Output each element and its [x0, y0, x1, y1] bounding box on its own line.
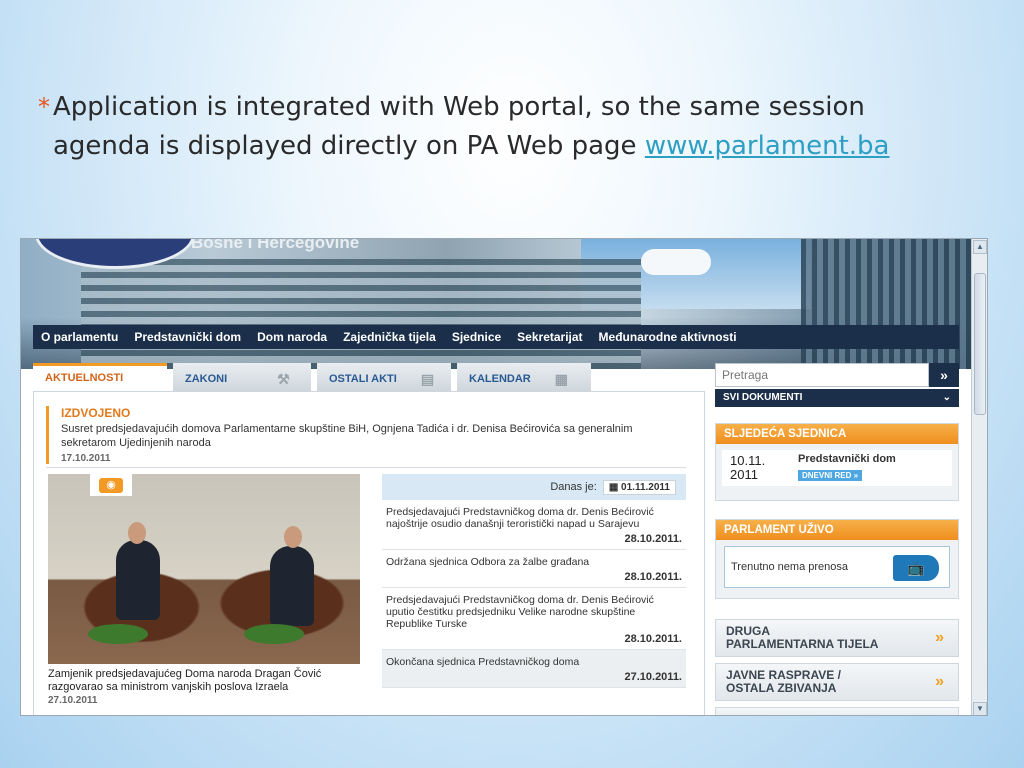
today-date-value: 01.11.2011 [621, 481, 670, 493]
nav-sjednice[interactable]: Sjednice [444, 330, 509, 344]
news-item[interactable]: Predsjedavajući Predstavničkog doma dr. … [382, 500, 686, 550]
next-session-panel: SLJEDEĆA SJEDNICA 10.11. 2011 Predstavni… [715, 423, 959, 501]
camera-badge: ◉ [90, 474, 132, 496]
news-text[interactable]: Predsjedavajući Predstavničkog doma dr. … [386, 506, 682, 530]
site-title: Bosne i Hercegovine [191, 238, 360, 252]
parlament-link[interactable]: www.parlament.ba [645, 131, 890, 161]
bullet-marker: * [38, 93, 50, 121]
news-date: 28.10.2011. [624, 571, 682, 583]
live-panel: PARLAMENT UŽIVO Trenutno nema prenosa 📺 [715, 519, 959, 599]
live-status: Trenutno nema prenosa 📺 [724, 546, 950, 588]
all-documents-dropdown[interactable]: SVI DOKUMENTI ⌄ [715, 389, 959, 407]
news-list: Danas je: ▦ 01.11.2011 Predsjedavajući P… [382, 474, 686, 715]
news-date: 27.10.2011. [624, 671, 682, 683]
next-session-title: Predstavnički dom [798, 453, 896, 465]
news-item[interactable]: Okončana sjednica Predstavničkog doma 27… [382, 650, 686, 688]
person-figure [116, 540, 160, 620]
nav-o-parlamentu[interactable]: O parlamentu [33, 330, 126, 344]
news-photo[interactable]: ◉ [48, 474, 360, 664]
double-chevron-right-icon: » [935, 629, 944, 646]
agenda-button[interactable]: DNEVNI RED » [798, 470, 863, 481]
featured-heading: IZDVOJENO [61, 406, 131, 420]
live-status-text: Trenutno nema prenosa [731, 561, 848, 573]
search-button[interactable]: » [929, 363, 959, 387]
photo-caption-text[interactable]: Zamjenik predsjedavajućeg Doma naroda Dr… [48, 668, 364, 694]
today-date: ▦ 01.11.2011 [602, 479, 676, 495]
link-panel-partial[interactable] [715, 707, 959, 715]
scroll-up-arrow-icon[interactable]: ▲ [973, 240, 987, 254]
slide-bullet: * Application is integrated with Web port… [38, 88, 978, 166]
flowers [88, 624, 148, 644]
tab-label: OSTALI AKTI [329, 373, 397, 385]
tab-ostali-akti[interactable]: OSTALI AKTI ▤ [317, 363, 451, 391]
today-label: Danas je: [550, 481, 597, 493]
live-heading: PARLAMENT UŽIVO [716, 520, 958, 540]
tab-kalendar[interactable]: KALENDAR ▦ [457, 363, 591, 391]
link-line2: PARLAMENTARNA TIJELA [726, 637, 879, 651]
double-chevron-right-icon: » [935, 673, 944, 690]
header-banner: Bosne i Hercegovine [21, 239, 971, 369]
featured-date: 17.10.2011 [61, 453, 111, 464]
next-session-heading: SLJEDEĆA SJEDNICA [716, 424, 958, 444]
documents-icon: ▤ [420, 371, 435, 387]
nav-dom-naroda[interactable]: Dom naroda [249, 330, 335, 344]
news-content: IZDVOJENO Susret predsjedavajućih domova… [33, 391, 705, 715]
nav-sekretarijat[interactable]: Sekretarijat [509, 330, 590, 344]
news-text[interactable]: Održana sjednica Odbora za žalbe građana [386, 556, 682, 568]
next-session-body[interactable]: 10.11. 2011 Predstavnički dom DNEVNI RED… [722, 450, 952, 486]
building-image [81, 259, 641, 369]
scroll-thumb[interactable] [974, 273, 986, 415]
chevron-down-icon: ⌄ [942, 392, 951, 403]
next-session-info: Predstavnički dom DNEVNI RED » [798, 453, 896, 483]
link-parliamentary-bodies[interactable]: DRUGA PARLAMENTARNA TIJELA » [715, 619, 959, 657]
tab-zakoni[interactable]: ZAKONI ⚒ [173, 363, 311, 391]
flowers [244, 624, 304, 644]
news-text[interactable]: Predsjedavajući Predstavničkog doma dr. … [386, 594, 682, 630]
gavel-icon: ⚒ [277, 371, 290, 387]
link-line2: OSTALA ZBIVANJA [726, 681, 837, 695]
news-item[interactable]: Predsjedavajući Predstavničkog doma dr. … [382, 588, 686, 650]
calendar-small-icon: ▦ [608, 481, 622, 493]
tab-label: ZAKONI [185, 373, 228, 385]
search-input[interactable] [715, 363, 929, 387]
main-nav: O parlamentu Predstavnički dom Dom narod… [33, 325, 959, 349]
tv-icon[interactable]: 📺 [893, 555, 939, 581]
featured-news[interactable]: IZDVOJENO Susret predsjedavajućih domova… [46, 406, 686, 464]
nav-zajednicka-tijela[interactable]: Zajednička tijela [335, 330, 444, 344]
person-head [128, 522, 146, 544]
person-head [284, 526, 302, 548]
nav-medunarodne-aktivnosti[interactable]: Međunarodne aktivnosti [591, 330, 745, 344]
photo-caption[interactable]: Zamjenik predsjedavajućeg Doma naroda Dr… [48, 668, 364, 707]
today-bar: Danas je: ▦ 01.11.2011 [382, 474, 686, 500]
news-item[interactable]: Održana sjednica Odbora za žalbe građana… [382, 550, 686, 588]
vertical-scrollbar[interactable]: ▲ ▼ [971, 239, 987, 715]
all-documents-label: SVI DOKUMENTI [723, 392, 803, 403]
news-text[interactable]: Okončana sjednica Predstavničkog doma [386, 656, 682, 668]
next-session-date-day: 10.11. [730, 453, 766, 468]
tab-aktuelnosti[interactable]: AKTUELNOSTI [33, 363, 167, 391]
search-box: » [715, 363, 959, 387]
next-session-date: 10.11. 2011 [730, 454, 798, 482]
tab-label: AKTUELNOSTI [45, 372, 124, 384]
banner-cloud [641, 249, 711, 275]
nav-predstavnicki-dom[interactable]: Predstavnički dom [126, 330, 249, 344]
tower-image [801, 239, 971, 369]
tab-label: KALENDAR [469, 373, 531, 385]
news-date: 28.10.2011. [624, 633, 682, 645]
scroll-down-arrow-icon[interactable]: ▼ [973, 702, 987, 715]
website-screenshot: Bosne i Hercegovine O parlamentu Predsta… [20, 238, 988, 716]
featured-text[interactable]: Susret predsjedavajućih domova Parlament… [61, 422, 686, 450]
next-session-date-year: 2011 [730, 467, 758, 482]
content-tabs: AKTUELNOSTI ZAKONI ⚒ OSTALI AKTI ▤ KALENDA… [33, 363, 591, 391]
photo-date: 27.10.2011 [48, 695, 98, 706]
divider [46, 467, 686, 468]
person-figure [270, 546, 314, 626]
link-public-hearings[interactable]: JAVNE RASPRAVE / OSTALA ZBIVANJA » [715, 663, 959, 701]
news-date: 28.10.2011. [624, 533, 682, 545]
camera-icon: ◉ [99, 478, 123, 493]
calendar-icon: ▦ [554, 371, 568, 387]
